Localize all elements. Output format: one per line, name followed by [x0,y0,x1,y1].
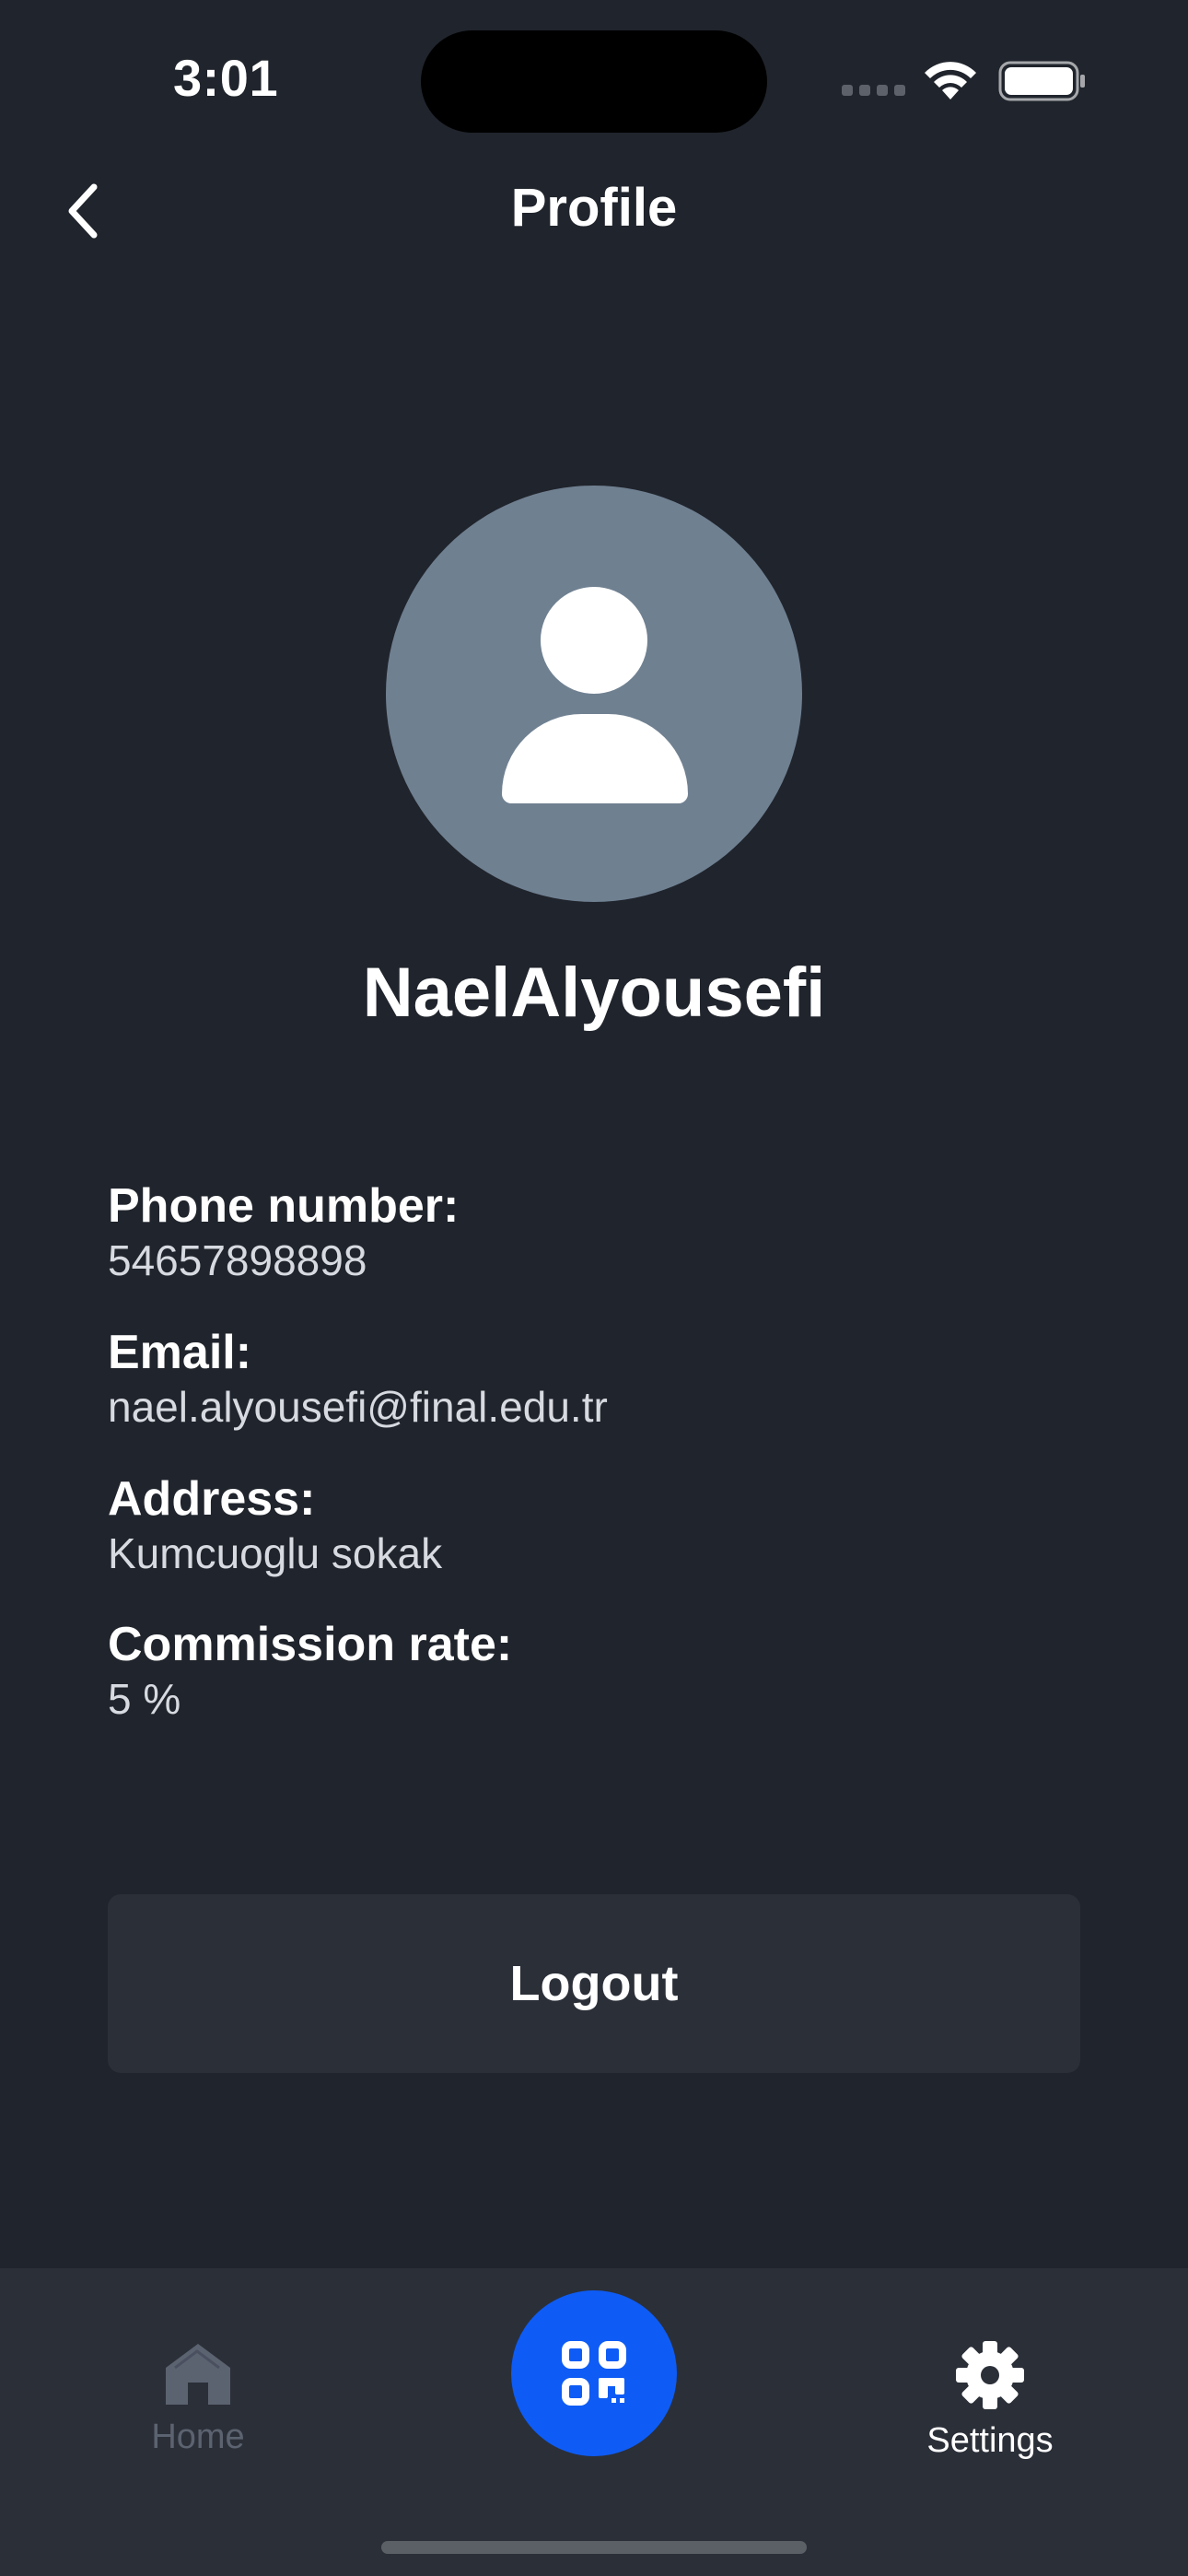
email-field: Email: nael.alyousefi@final.edu.tr [108,1324,608,1433]
qr-code-icon [562,2341,626,2406]
avatar-body [502,714,688,803]
field-value: 54657898898 [108,1236,367,1284]
dynamic-island [421,30,767,133]
commission-rate-field: Commission rate: 5 % [108,1616,512,1725]
battery-icon [998,61,1087,101]
tab-settings-label: Settings [926,2421,1054,2460]
field-label: Email: [108,1326,252,1379]
tab-home-label: Home [151,2418,245,2456]
avatar [386,486,802,902]
field-label: Commission rate: [108,1618,513,1671]
address-field: Address: Kumcuoglu sokak [108,1470,442,1579]
scan-qr-button[interactable] [511,2290,677,2456]
field-label: Address: [108,1472,316,1526]
page-title: Profile [510,178,678,238]
logout-button[interactable]: Logout [108,1894,1080,2073]
phone-number-field: Phone number: 54657898898 [108,1177,459,1286]
wifi-icon [923,59,978,101]
tab-settings[interactable]: Settings [903,2340,1077,2461]
field-label: Phone number: [108,1179,460,1233]
status-time: 3:01 [173,49,279,107]
avatar-head [541,587,647,694]
field-value: Kumcuoglu sokak [108,1529,443,1577]
tab-home[interactable]: Home [120,2340,276,2457]
gear-icon [956,2341,1024,2409]
user-name: NaelAlyousefi [362,954,826,1032]
cellular-signal-icon [842,85,906,98]
home-indicator [381,2541,807,2554]
field-value: 5 % [108,1675,181,1723]
field-value: nael.alyousefi@final.edu.tr [108,1383,608,1431]
home-icon [166,2344,230,2405]
